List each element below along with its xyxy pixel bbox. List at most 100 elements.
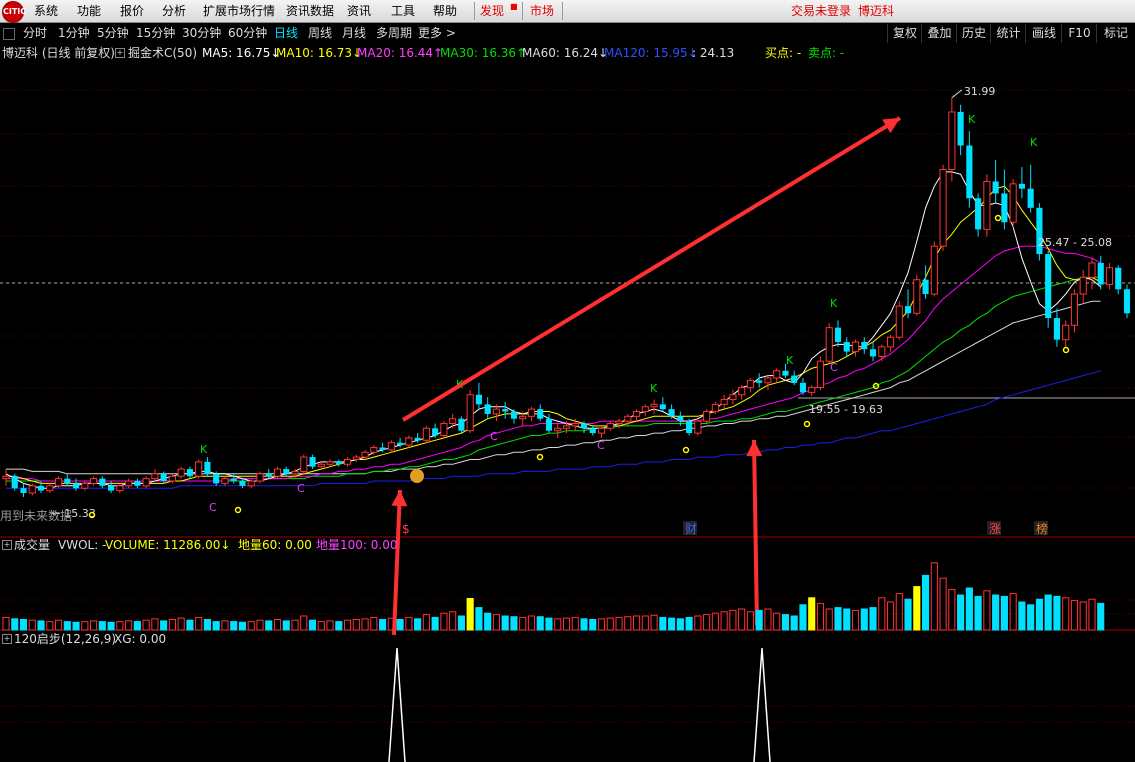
- range-box-label: 25.47 - 25.08: [1038, 236, 1112, 249]
- volume-bar: [703, 614, 711, 631]
- menu-help[interactable]: 帮助: [433, 0, 457, 22]
- menu-discover[interactable]: 发现: [480, 0, 504, 22]
- volume-bar: [72, 621, 80, 631]
- candle-body: [597, 427, 606, 434]
- volume-bar: [335, 621, 343, 631]
- volume-bar: [606, 617, 614, 631]
- candle-body: [624, 415, 632, 422]
- volume-bar: [668, 617, 676, 631]
- menu-extended-market[interactable]: 扩展市场行情: [203, 0, 275, 22]
- candle-body: [387, 442, 395, 451]
- candle-body: [230, 478, 237, 482]
- period-more[interactable]: 更多 >: [418, 23, 456, 43]
- volume-bar: [28, 619, 36, 631]
- candle-body: [851, 341, 860, 353]
- candle-body: [247, 480, 255, 487]
- c-signal-marker: C: [490, 430, 498, 443]
- volume-bar: [107, 621, 115, 631]
- btn-f10[interactable]: F10: [1061, 24, 1097, 43]
- expand-icon[interactable]: +: [115, 48, 125, 58]
- panel-toggle-icon[interactable]: [3, 28, 15, 40]
- volume-bar: [1027, 604, 1035, 631]
- discover-dot-icon: ■: [510, 2, 518, 11]
- period-5min[interactable]: 5分钟: [97, 23, 129, 43]
- candle-body: [397, 442, 404, 446]
- volume-bar: [729, 609, 737, 631]
- btn-history[interactable]: 历史: [956, 24, 991, 43]
- trend-arrow: [401, 116, 902, 422]
- candle-body: [458, 418, 465, 431]
- btn-rights[interactable]: 复权: [887, 24, 922, 43]
- volume-bar: [256, 619, 264, 631]
- volume-title[interactable]: 成交量: [14, 537, 50, 553]
- volume-bar: [352, 619, 360, 631]
- btn-draw[interactable]: 画线: [1025, 24, 1062, 43]
- xg-signal-spike: [388, 647, 406, 762]
- indicator-name[interactable]: 掘金术C(50): [128, 44, 197, 62]
- period-60min[interactable]: 60分钟: [228, 23, 267, 43]
- volume-bar: [116, 621, 124, 631]
- volume-bar: [957, 594, 965, 631]
- candle-body: [668, 409, 675, 417]
- chart-stock-title[interactable]: 博迈科 (日线 前复权): [2, 44, 115, 62]
- period-weekly[interactable]: 周线: [308, 23, 332, 43]
- kline-chart[interactable]: 31.99← 15.3325.47 - 25.0819.55 - 19.63用到…: [0, 62, 1135, 762]
- candle-body: [606, 423, 614, 429]
- volume-bar: [615, 616, 623, 631]
- candle-body: [317, 463, 325, 468]
- volume-bar: [589, 619, 597, 631]
- volume-expand-icon[interactable]: +: [2, 540, 12, 550]
- menu-quote[interactable]: 报价: [120, 0, 144, 22]
- ma5-value: MA5: 16.75↓: [202, 46, 281, 60]
- volume-bar: [808, 597, 816, 631]
- candle-body: [527, 408, 536, 417]
- menu-market[interactable]: 市场: [530, 0, 554, 22]
- volume-bar: [519, 616, 527, 631]
- candle-body: [659, 404, 666, 410]
- menu-info[interactable]: 资讯: [347, 0, 371, 22]
- indicator-expand-icon[interactable]: +: [2, 634, 12, 644]
- candle-body: [1018, 183, 1025, 189]
- login-status[interactable]: 交易未登录: [791, 0, 851, 22]
- volume-bar: [90, 620, 98, 631]
- candle-body: [895, 305, 903, 338]
- candle-body: [843, 342, 850, 352]
- period-daily[interactable]: 日线: [274, 23, 298, 43]
- menu-analysis[interactable]: 分析: [162, 0, 186, 22]
- btn-mark[interactable]: 标记: [1096, 24, 1135, 43]
- volume-bar: [781, 614, 790, 631]
- btn-stats[interactable]: 统计: [990, 24, 1026, 43]
- menu-tools[interactable]: 工具: [391, 0, 415, 22]
- volume-bar: [755, 609, 763, 631]
- btn-overlay[interactable]: 叠加: [921, 24, 957, 43]
- volume-bar: [554, 618, 562, 631]
- period-1min[interactable]: 1分钟: [58, 23, 90, 43]
- volume-bar: [799, 604, 807, 631]
- period-monthly[interactable]: 月线: [342, 23, 366, 43]
- candle-body: [449, 418, 457, 425]
- indicator-title[interactable]: 120启步(12,26,9): [14, 631, 116, 647]
- ma10-value: MA10: 16.73↓: [276, 46, 363, 60]
- volume-bar: [825, 608, 833, 631]
- money-bag-icon: [410, 469, 424, 483]
- volume-bar: [457, 615, 465, 631]
- period-15min[interactable]: 15分钟: [136, 23, 175, 43]
- k-signal-marker: K: [650, 382, 658, 395]
- candle-body: [28, 485, 36, 494]
- menu-function[interactable]: 功能: [77, 0, 101, 22]
- range-low-label: 19.55 - 19.63: [809, 403, 883, 416]
- volume-bar: [904, 598, 912, 631]
- menu-info-data[interactable]: 资讯数据: [286, 0, 334, 22]
- volume-bar: [46, 621, 54, 631]
- candle-body: [90, 478, 98, 484]
- candle-body: [922, 279, 929, 295]
- volume-bar: [886, 601, 895, 631]
- event-marker: 榜: [1036, 521, 1048, 536]
- period-30min[interactable]: 30分钟: [182, 23, 221, 43]
- candle-body: [641, 406, 649, 413]
- period-multi[interactable]: 多周期: [376, 23, 412, 43]
- period-timeshare[interactable]: 分时: [23, 23, 47, 43]
- ma120-value: MA120: 15.95↓: [604, 46, 698, 60]
- volume-bar: [238, 621, 247, 631]
- menu-system[interactable]: 系统: [34, 0, 58, 22]
